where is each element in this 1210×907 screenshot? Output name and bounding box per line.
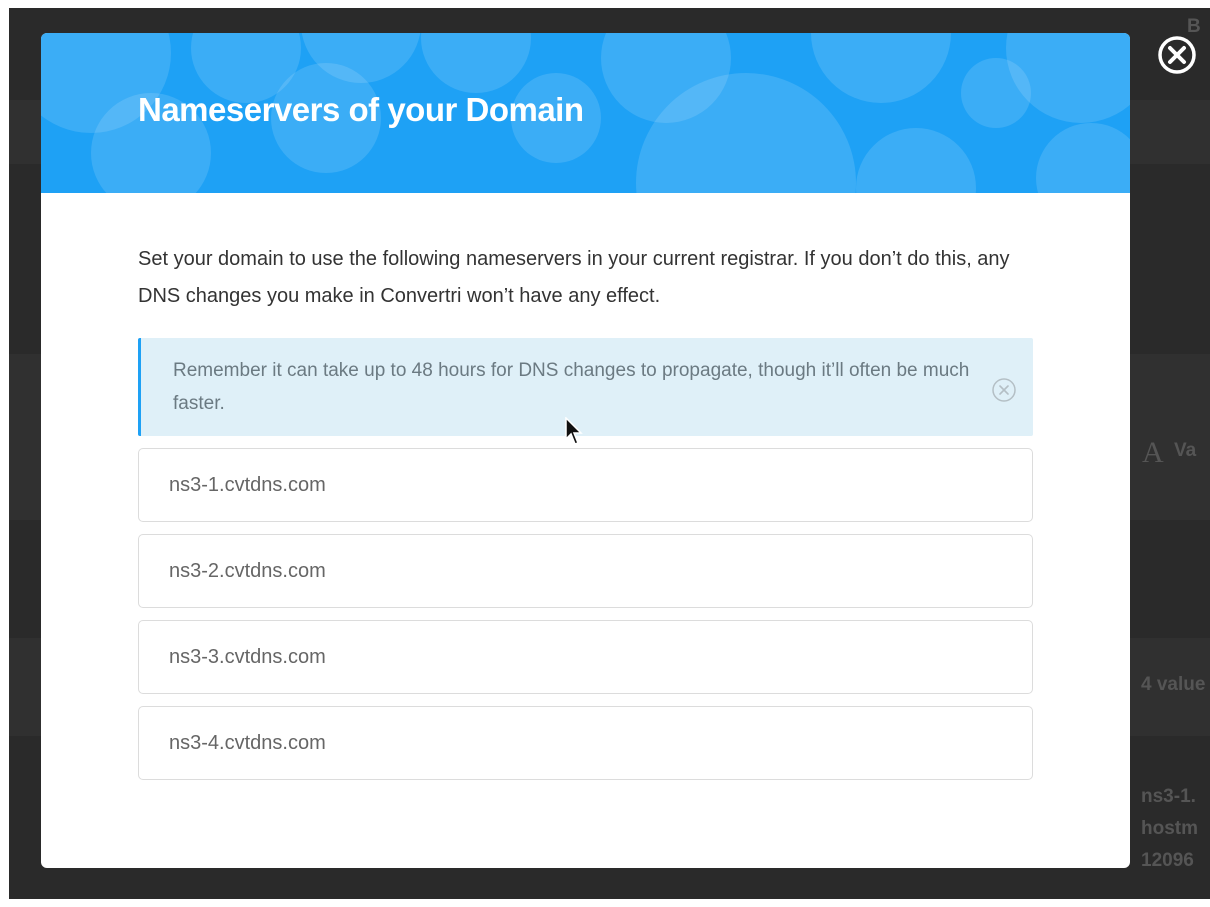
nameserver-field[interactable]: ns3-1.cvtdns.com bbox=[138, 448, 1033, 522]
header-decoration bbox=[421, 33, 531, 93]
background-column-header: Va bbox=[1174, 440, 1197, 461]
background-record-line: 12096 bbox=[1141, 850, 1194, 871]
nameservers-modal: Nameservers of your Domain Set your doma… bbox=[41, 33, 1130, 868]
close-circle-icon bbox=[1158, 36, 1196, 74]
header-decoration bbox=[1036, 123, 1130, 193]
nameserver-field[interactable]: ns3-4.cvtdns.com bbox=[138, 706, 1033, 780]
background-values-count: 4 value bbox=[1141, 674, 1206, 695]
propagation-notice: Remember it can take up to 48 hours for … bbox=[138, 338, 1033, 436]
background-record-line: ns3-1. bbox=[1141, 786, 1196, 807]
modal-header: Nameservers of your Domain bbox=[41, 33, 1130, 193]
mouse-pointer-icon bbox=[565, 417, 583, 445]
intro-text: Set your domain to use the following nam… bbox=[138, 248, 1010, 307]
font-a-icon: A bbox=[1142, 436, 1164, 469]
nameserver-field[interactable]: ns3-3.cvtdns.com bbox=[138, 620, 1033, 694]
modal-close-button[interactable] bbox=[1157, 35, 1197, 75]
notice-dismiss-button[interactable] bbox=[991, 377, 1017, 403]
close-circle-icon bbox=[992, 378, 1016, 402]
header-decoration bbox=[811, 33, 951, 103]
notice-text: Remember it can take up to 48 hours for … bbox=[173, 360, 970, 414]
modal-title: Nameservers of your Domain bbox=[138, 91, 584, 128]
header-decoration bbox=[856, 128, 976, 193]
nameserver-field[interactable]: ns3-2.cvtdns.com bbox=[138, 534, 1033, 608]
modal-body: Set your domain to use the following nam… bbox=[41, 241, 1130, 780]
background-record-line: hostm bbox=[1141, 818, 1198, 839]
